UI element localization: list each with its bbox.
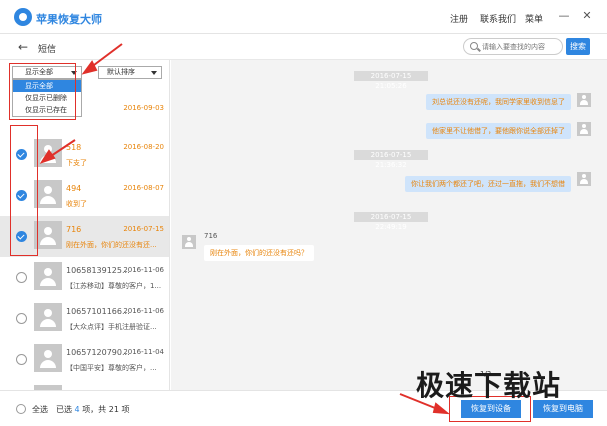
search-box[interactable]	[463, 38, 563, 55]
avatar	[577, 172, 591, 186]
timestamp: 2016-07-15 21:05:26	[354, 71, 428, 90]
list-item[interactable]: 10658139125... 2016-11-06 【江苏移动】尊敬的客户，1.…	[0, 257, 169, 298]
message-bubble-sent: 他家里不让他借了，要他跟你说全部还掉了	[426, 123, 571, 139]
list-item[interactable]: 10657120790... 2016-11-04 【中国平安】尊敬的客户，..…	[0, 339, 169, 380]
conversation-date: 2016-11-06	[123, 307, 164, 315]
radio-unchecked-icon[interactable]	[16, 272, 27, 283]
conversation-date: 2016-11-04	[123, 348, 164, 356]
conversation-name: 518	[66, 143, 82, 152]
search-input[interactable]	[482, 41, 560, 53]
minimize-icon[interactable]: —	[557, 9, 571, 23]
watermark-sub: 1/3	[480, 370, 492, 378]
annotation-box-filter	[9, 63, 76, 120]
conversation-name: 10657101166...	[66, 307, 130, 316]
avatar	[34, 180, 62, 208]
avatar	[577, 93, 591, 107]
arrow-left-icon[interactable]: ←	[18, 41, 28, 53]
conversation-preview: 【大众点评】手机注册验证...	[66, 323, 157, 331]
message-bubble-sent: 你让我们两个都还了吧，还过一直拖，我们不想借	[405, 176, 571, 192]
chevron-down-icon	[151, 71, 157, 75]
count-number: 4	[74, 405, 80, 414]
conversation-name: 10657120790...	[66, 348, 130, 357]
message-bubble-received: 刚在外面，你们的还没有还吗？	[204, 245, 314, 261]
sort-select[interactable]: 默认排序	[98, 66, 162, 79]
conversation-preview: 【江苏移动】尊敬的客户，1...	[66, 282, 162, 290]
list-item[interactable]: 10657101166... 2016-11-06 【大众点评】手机注册验证..…	[0, 298, 169, 339]
timestamp: 2016-07-15 22:49:19	[354, 212, 428, 231]
page-title: 短信	[38, 45, 57, 55]
timestamp: 2016-07-15 21:36:32	[354, 150, 428, 169]
avatar	[34, 139, 62, 167]
title-bar: 苹果恢复大师 注册 联系我们 菜单 — ✕	[0, 0, 607, 34]
select-all-radio[interactable]	[16, 404, 26, 414]
register-link[interactable]: 注册	[450, 12, 468, 25]
avatar	[577, 122, 591, 136]
menu-link[interactable]: 菜单	[525, 12, 543, 25]
conversation-date: 2016-09-03	[123, 104, 164, 112]
list-item[interactable]	[0, 380, 169, 390]
count-prefix: 已选	[56, 405, 72, 414]
conversation-name: 10658139125...	[66, 266, 130, 275]
search-icon	[470, 42, 478, 50]
close-icon[interactable]: ✕	[580, 9, 594, 23]
avatar	[182, 235, 196, 249]
conversation-preview: 收到了	[66, 200, 87, 208]
conversation-date: 2016-11-06	[123, 266, 164, 274]
annotation-box-checkboxes	[10, 125, 38, 256]
avatar	[34, 303, 62, 331]
avatar	[34, 221, 62, 249]
count-suffix: 项，共 21 项	[82, 405, 130, 414]
app-logo-icon	[14, 8, 32, 26]
search-button[interactable]: 搜索	[566, 38, 590, 55]
conversation-date: 2016-08-07	[123, 184, 164, 192]
conversation-date: 2016-07-15	[123, 225, 164, 233]
conversation-date: 2016-08-20	[123, 143, 164, 151]
selection-count: 已选 4 项，共 21 项	[56, 404, 129, 415]
conversation-preview: 【中国平安】尊敬的客户，...	[66, 364, 157, 372]
avatar	[34, 262, 62, 290]
radio-unchecked-icon[interactable]	[16, 313, 27, 324]
conversation-preview: 下支了	[66, 159, 87, 167]
conversation-name: 716	[66, 225, 82, 234]
contact-link[interactable]: 联系我们	[480, 12, 516, 25]
sender-name: 716	[204, 232, 218, 240]
avatar	[34, 344, 62, 372]
toolbar: ← 短信 搜索	[0, 34, 607, 60]
conversation-name: 494	[66, 184, 82, 193]
message-bubble-sent: 刘总说还没有还呢，我同学家里收到信息了	[426, 94, 571, 110]
app-title: 苹果恢复大师	[36, 13, 102, 26]
conversation-preview: 刚在外面，你们的还没有还...	[66, 241, 157, 249]
radio-unchecked-icon[interactable]	[16, 354, 27, 365]
select-all-label: 全选	[32, 405, 48, 414]
sort-select-value: 默认排序	[107, 68, 135, 76]
message-thread: 2016-07-15 21:05:26 刘总说还没有还呢，我同学家里收到信息了 …	[171, 60, 607, 390]
